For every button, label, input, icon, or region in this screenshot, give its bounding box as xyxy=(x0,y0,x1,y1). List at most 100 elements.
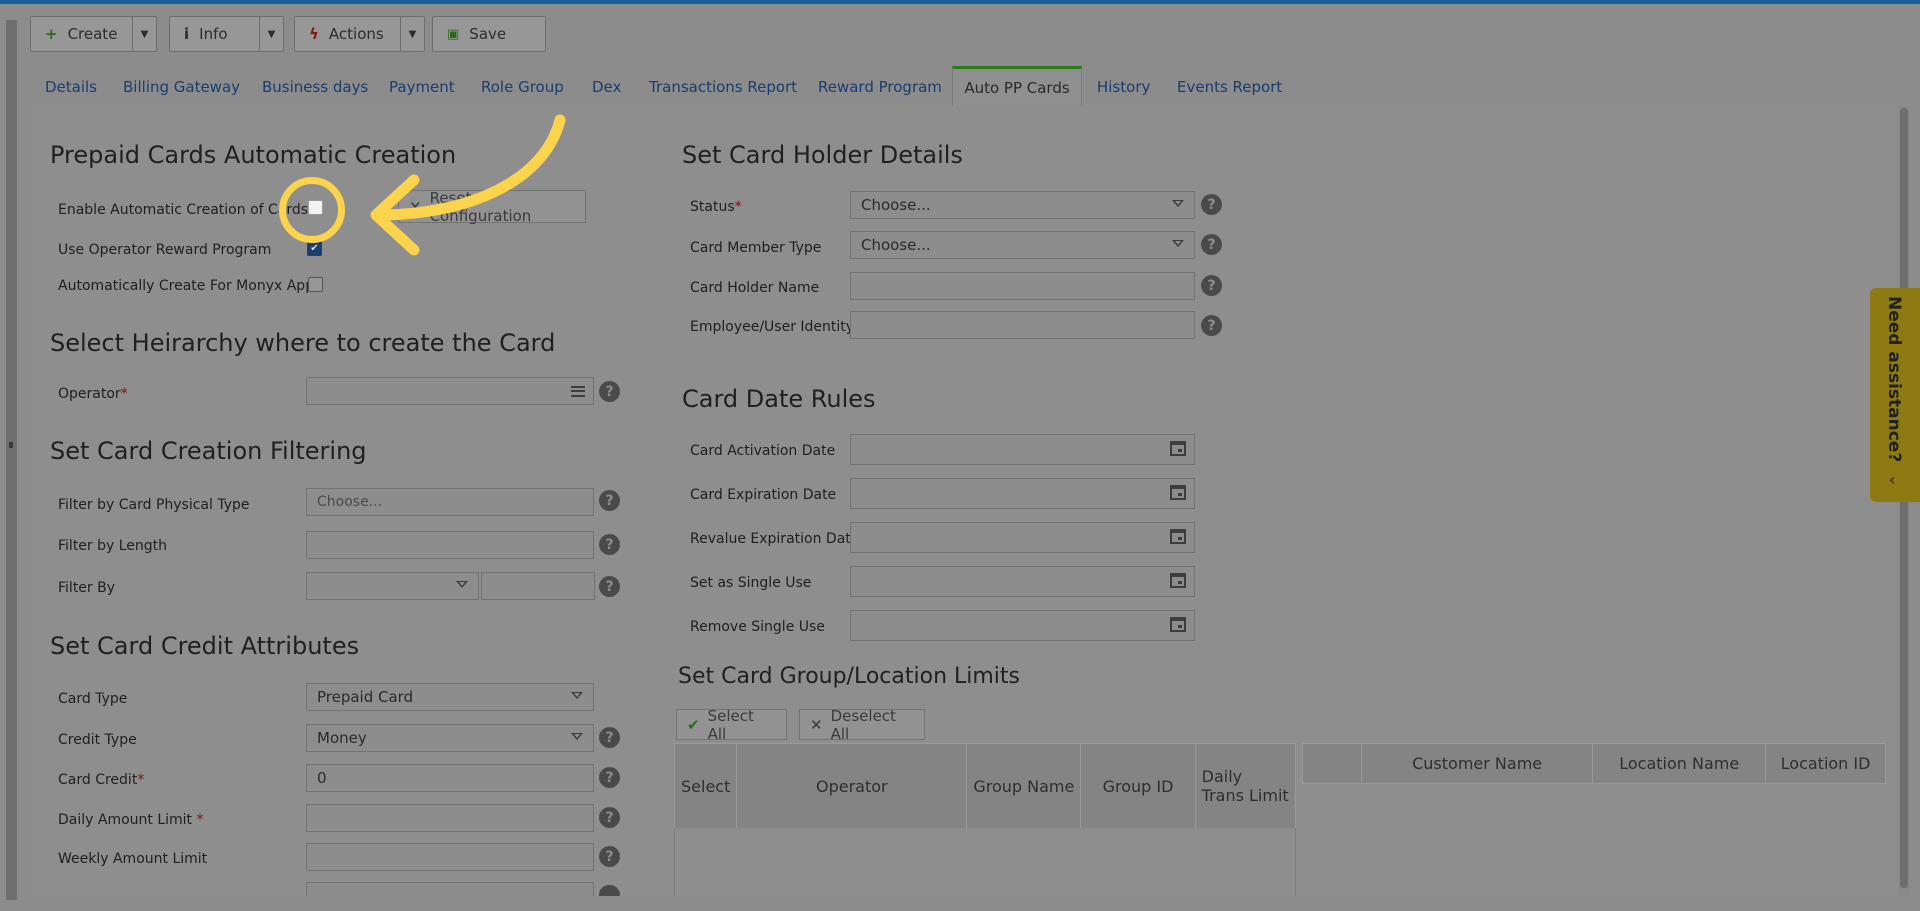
revalue-date-field[interactable] xyxy=(850,522,1195,553)
calendar-icon[interactable] xyxy=(1170,617,1186,632)
select-all-button[interactable]: ✔ Select All xyxy=(676,707,787,743)
single-use-field[interactable] xyxy=(850,566,1195,597)
hierarchy-title: Select Heirarchy where to create the Car… xyxy=(50,329,556,357)
credit-type-label: Credit Type xyxy=(58,732,137,748)
filter-by-value-field[interactable] xyxy=(481,572,595,600)
save-label: Save xyxy=(469,25,507,43)
tab-reward-program[interactable]: Reward Program xyxy=(818,78,942,96)
column-header-location-name[interactable]: Location Name xyxy=(1592,743,1767,784)
calendar-icon[interactable] xyxy=(1170,441,1186,456)
info-dropdown-caret[interactable]: ▼ xyxy=(259,17,283,51)
operator-field[interactable] xyxy=(306,377,594,405)
deselect-all-button[interactable]: ✕ Deselect All xyxy=(799,706,925,743)
column-header-location-id[interactable]: Location ID xyxy=(1765,743,1886,784)
info-button[interactable]: i Info ▼ xyxy=(169,16,284,52)
weekly-limit-field[interactable] xyxy=(306,843,594,871)
credit-type-value: Money xyxy=(317,729,367,747)
check-icon: ✔ xyxy=(687,715,700,734)
help-icon[interactable]: ? xyxy=(1201,275,1222,296)
member-type-label: Card Member Type xyxy=(690,240,822,256)
filter-length-label: Filter by Length xyxy=(58,538,168,554)
list-icon[interactable] xyxy=(571,386,585,397)
help-icon[interactable]: ? xyxy=(599,846,620,867)
save-button[interactable]: ▣ Save xyxy=(432,16,546,52)
physical-type-label: Filter by Card Physical Type xyxy=(58,497,250,513)
collapse-handle-icon[interactable] xyxy=(9,442,13,448)
expiration-date-field[interactable] xyxy=(850,478,1195,509)
help-icon[interactable]: ? xyxy=(599,807,620,828)
monyx-app-checkbox[interactable] xyxy=(308,277,323,292)
card-credit-value: 0 xyxy=(317,769,327,787)
filter-by-select[interactable] xyxy=(306,572,479,600)
enable-auto-creation-label: Enable Automatic Creation of Cards xyxy=(58,202,309,218)
credit-type-select[interactable]: Money xyxy=(306,724,594,752)
group-limits-table: Select Operator Group Name Group ID Dail… xyxy=(673,743,1297,829)
card-credit-label: Card Credit* xyxy=(58,772,145,788)
help-icon[interactable]: ? xyxy=(599,576,620,597)
holder-name-field[interactable] xyxy=(850,272,1195,300)
help-icon[interactable]: ? xyxy=(599,381,620,402)
actions-button[interactable]: ϟ Actions ▼ xyxy=(294,16,425,52)
left-collapse-bar[interactable] xyxy=(6,20,17,900)
holder-title: Set Card Holder Details xyxy=(682,141,963,169)
help-icon[interactable]: ? xyxy=(599,767,620,788)
filter-length-field[interactable] xyxy=(306,531,594,559)
column-header-select[interactable]: Select xyxy=(673,743,738,829)
remove-single-use-label: Remove Single Use xyxy=(690,619,825,635)
help-icon[interactable]: ? xyxy=(1201,315,1222,336)
tab-details[interactable]: Details xyxy=(45,78,97,96)
tab-history[interactable]: History xyxy=(1097,78,1150,96)
create-button[interactable]: + Create ▼ xyxy=(30,16,157,52)
tab-role-group[interactable]: Role Group xyxy=(481,78,564,96)
actions-dropdown-caret[interactable]: ▼ xyxy=(400,17,424,51)
status-value: Choose... xyxy=(861,196,931,214)
column-header-customer-name[interactable]: Customer Name xyxy=(1360,743,1594,784)
calendar-icon[interactable] xyxy=(1170,529,1186,544)
tab-dex[interactable]: Dex xyxy=(592,78,621,96)
need-assistance-label[interactable]: Need assistance? xyxy=(1884,296,1904,462)
tab-events-report[interactable]: Events Report xyxy=(1177,78,1282,96)
card-type-value: Prepaid Card xyxy=(317,688,414,706)
help-icon[interactable]: ? xyxy=(1201,194,1222,215)
limits-title: Set Card Group/Location Limits xyxy=(678,664,1021,689)
help-icon[interactable]: ? xyxy=(1201,234,1222,255)
column-header-group-id[interactable]: Group ID xyxy=(1080,743,1196,829)
card-type-label: Card Type xyxy=(58,691,128,707)
column-header-operator[interactable]: Operator xyxy=(736,743,968,829)
physical-type-field[interactable]: Choose... xyxy=(306,488,594,516)
calendar-icon[interactable] xyxy=(1170,573,1186,588)
create-label: Create xyxy=(67,25,118,43)
status-select[interactable]: Choose... xyxy=(850,191,1195,219)
help-icon[interactable]: ? xyxy=(599,727,620,748)
tab-business-days[interactable]: Business days xyxy=(262,78,368,96)
remove-single-use-field[interactable] xyxy=(850,610,1195,641)
physical-type-placeholder: Choose... xyxy=(317,494,383,510)
tab-auto-pp-cards[interactable]: Auto PP Cards xyxy=(952,66,1082,106)
calendar-icon[interactable] xyxy=(1170,485,1186,500)
card-type-select[interactable]: Prepaid Card xyxy=(306,683,594,711)
tab-transactions-report[interactable]: Transactions Report xyxy=(649,78,797,96)
tab-payment[interactable]: Payment xyxy=(389,78,455,96)
chevron-down-icon xyxy=(456,581,468,588)
revalue-date-label: Revalue Expiration Date xyxy=(690,531,860,547)
next-limit-field[interactable] xyxy=(306,882,594,896)
filtering-title: Set Card Creation Filtering xyxy=(50,437,367,465)
card-credit-field[interactable]: 0 xyxy=(306,764,594,792)
user-identity-field[interactable] xyxy=(850,311,1195,339)
activation-date-field[interactable] xyxy=(850,434,1195,465)
reward-program-label: Use Operator Reward Program xyxy=(58,242,272,258)
column-header-group-name[interactable]: Group Name xyxy=(966,743,1082,829)
tab-billing-gateway[interactable]: Billing Gateway xyxy=(123,78,240,96)
save-disk-icon: ▣ xyxy=(447,26,460,42)
help-icon[interactable]: ? xyxy=(599,534,620,555)
reward-program-checkbox[interactable]: ✔ xyxy=(307,241,322,256)
deselect-all-label: Deselect All xyxy=(830,706,896,743)
chevron-down-icon xyxy=(571,733,583,740)
help-icon[interactable]: ? xyxy=(599,490,620,511)
column-header-daily-trans-limit[interactable]: Daily Trans Limit xyxy=(1194,743,1297,829)
create-dropdown-caret[interactable]: ▼ xyxy=(132,17,156,51)
daily-limit-field[interactable] xyxy=(306,804,594,832)
chevron-left-icon[interactable]: ‹ xyxy=(1889,470,1895,489)
info-icon: i xyxy=(184,25,190,43)
member-type-select[interactable]: Choose... xyxy=(850,231,1195,259)
